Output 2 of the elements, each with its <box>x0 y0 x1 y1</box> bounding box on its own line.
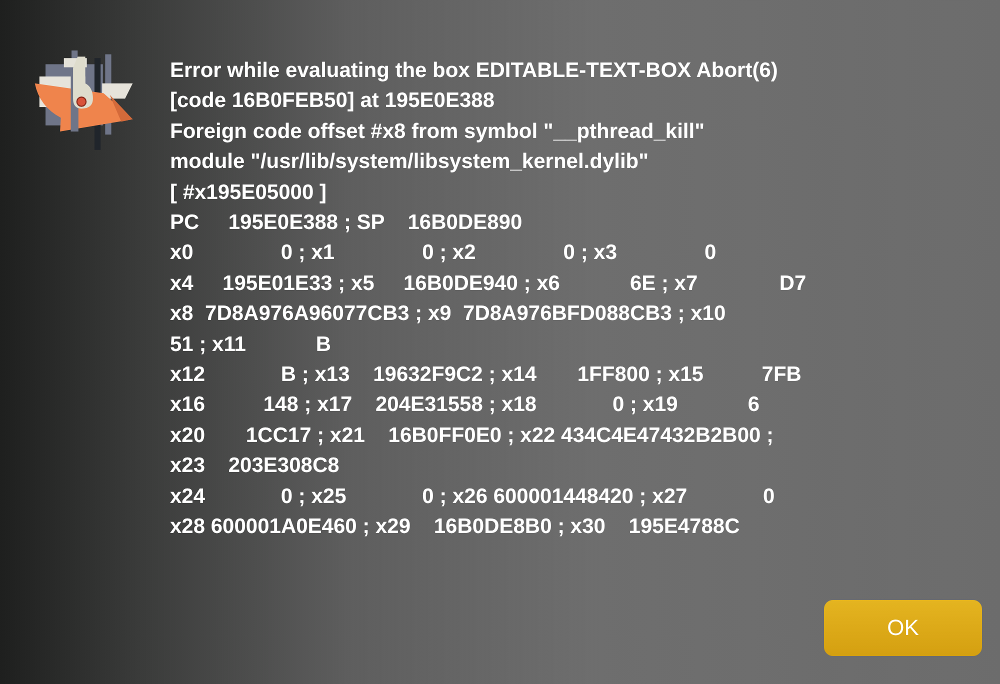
ok-button[interactable]: OK <box>824 600 982 656</box>
error-message: Error while evaluating the box EDITABLE-TEXT-BOX Abort(6) [code 16B0FEB50] at 195E0E388 Foreign code offset #x8 from symbol "__pthread_kill" module "/usr/lib/system/libsystem_kernel.dylib" [ #x195E05000 ] PC 195E0E388 ; SP 16B0DE890 x0 0 ; x1 0 ; x2 0 ; x3 0 x4 195E01E33 ; x5 16B0DE940 ; x6 6E ; x7 D7 x8 7D8A976A96077CB3 ; x9 7D8A976BFD088CB3 ; x10 51 ; x11 B x12 B ; x13 19632F9C2 ; x14 1FF800 ; x15 7FB x16 148 ; x17 204E31558 ; x18 0 ; x19 6 x20 1CC17 ; x21 16B0FF0E0 ; x22 434C4E47432B2B00 ; x23 203E308C8 x24 0 ; x25 0 ; x26 600001448420 ; x27 0 x28 600001A0E460 ; x29 16B0DE8B0 ; x30 195E4788C <box>170 58 806 540</box>
